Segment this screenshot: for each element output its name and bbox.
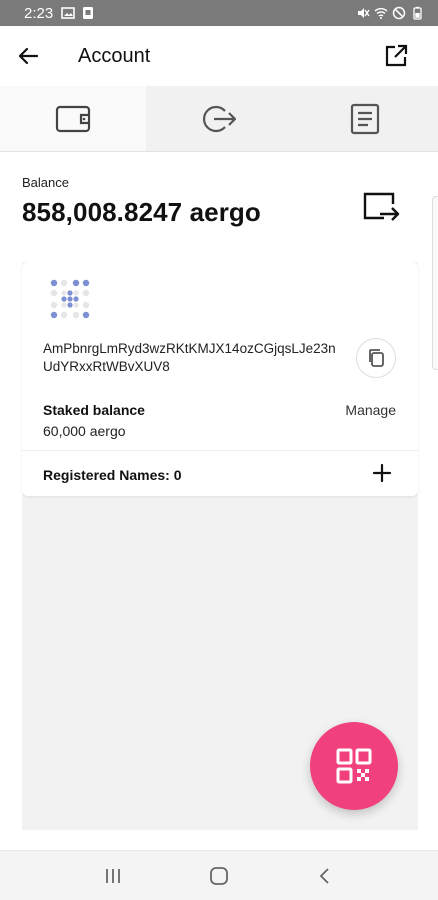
home-icon	[210, 866, 228, 885]
do-not-disturb-icon	[392, 6, 406, 20]
chevron-left-icon	[319, 867, 329, 884]
tab-wallet[interactable]	[0, 86, 146, 151]
account-address: AmPbnrgLmRyd3wzRKtKMJX14ozCGjqsLJe23nUdY…	[43, 341, 336, 374]
document-icon	[350, 103, 380, 134]
balance-section: Balance 858,008.8247 aergo	[0, 152, 438, 248]
add-name-icon[interactable]	[372, 463, 392, 483]
battery-icon	[413, 6, 422, 20]
tab-history[interactable]	[292, 86, 438, 151]
manage-stake-link[interactable]: Manage	[345, 402, 396, 418]
balance-value: 858,008.8247 aergo	[22, 197, 261, 227]
tab-bar	[0, 86, 438, 152]
qr-code-icon	[336, 748, 372, 784]
recent-apps-icon	[106, 868, 120, 883]
back-button[interactable]	[0, 26, 56, 86]
system-back-button[interactable]	[305, 856, 345, 896]
qr-code-button[interactable]	[310, 722, 398, 810]
copy-address-button[interactable]	[356, 338, 396, 378]
tab-send[interactable]	[146, 86, 292, 151]
system-nav-bar	[0, 850, 438, 900]
account-card: AmPbnrgLmRyd3wzRKtKMJX14ozCGjqsLJe23nUdY…	[22, 262, 418, 496]
image-notification-icon	[61, 7, 76, 19]
scroll-indicator	[432, 196, 438, 370]
divider	[22, 450, 418, 451]
home-button[interactable]	[199, 856, 239, 896]
recent-apps-button[interactable]	[93, 856, 133, 896]
balance-label: Balance	[22, 175, 69, 190]
status-time: 2:23	[24, 4, 54, 22]
page-title: Account	[78, 44, 151, 67]
registered-names-label: Registered Names: 0	[43, 467, 182, 483]
app-notification-icon	[83, 7, 94, 19]
staked-balance-label: Staked balance	[43, 402, 145, 418]
wifi-icon	[374, 8, 388, 19]
identicon-icon	[50, 279, 90, 319]
back-arrow-icon	[18, 47, 39, 65]
wallet-icon	[55, 105, 91, 132]
app-bar: Account	[0, 26, 438, 86]
open-external-icon[interactable]	[382, 42, 410, 70]
status-bar: 2:23	[0, 0, 438, 26]
logout-arrow-icon	[203, 105, 237, 132]
transfer-icon[interactable]	[362, 190, 400, 224]
staked-balance-value: 60,000 aergo	[43, 423, 126, 439]
mute-icon	[358, 8, 370, 18]
copy-icon	[369, 349, 384, 367]
